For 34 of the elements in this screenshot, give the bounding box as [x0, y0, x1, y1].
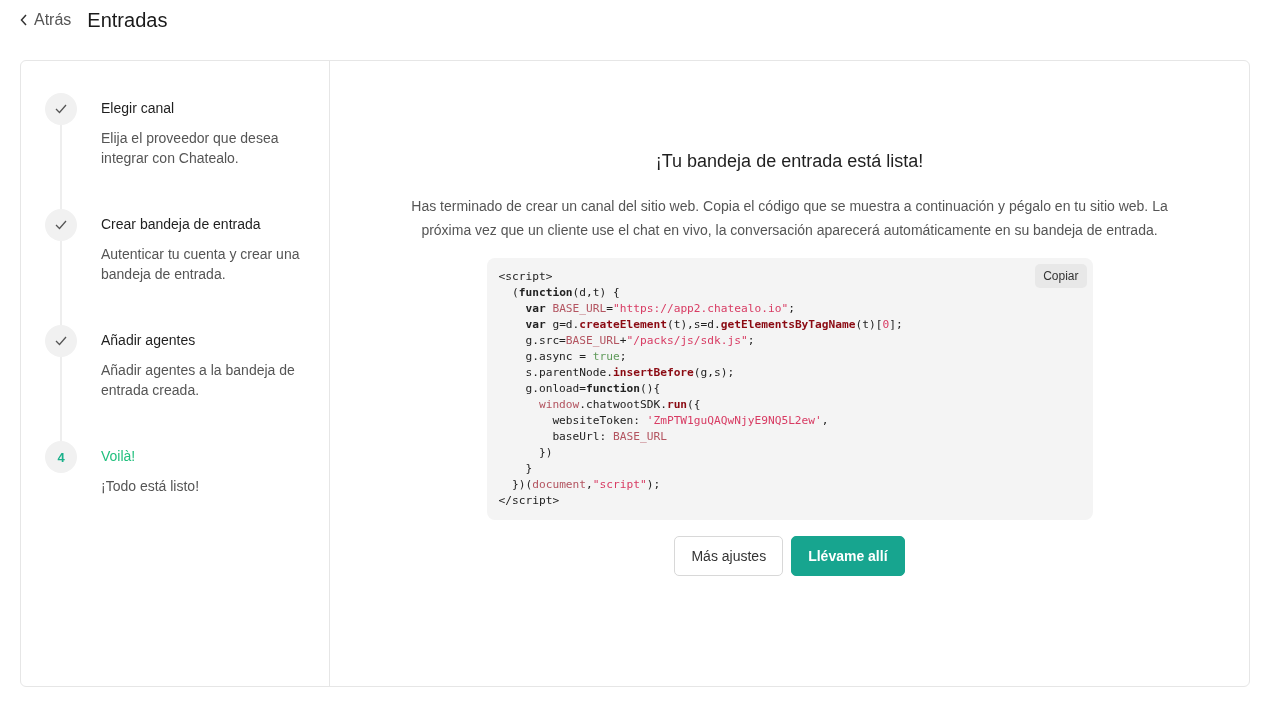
step-title: Crear bandeja de entrada — [101, 216, 262, 232]
code-line: g.src=BASE_URL+"/packs/js/sdk.js"; — [524, 334, 755, 347]
code-line: <script> — [498, 270, 553, 283]
code-line: var g=d.createElement(t),s=d.getElementsByTagName(t)[0]; — [524, 318, 903, 331]
code-line: baseUrl: BASE_URL — [551, 430, 667, 443]
code-line: g.async = true; — [524, 350, 627, 363]
code-line: s.parentNode.insertBefore(g,s); — [524, 366, 735, 379]
page-title: Entradas — [87, 8, 168, 32]
code-line: (function(d,t) { — [510, 286, 620, 299]
step-title: Voilà! — [101, 448, 137, 464]
back-link[interactable]: Atrás — [20, 11, 72, 29]
check-icon — [55, 104, 67, 114]
code-line: var BASE_URL="https://app2.chatealo.io"; — [524, 302, 795, 315]
check-icon — [55, 220, 67, 230]
code-line: window.chatwootSDK.run({ — [537, 398, 701, 411]
code-line: } — [524, 462, 533, 475]
step-description: Elija el proveedor que desea integrar con Chatealo. — [101, 129, 280, 168]
copy-button[interactable]: Copiar — [1035, 264, 1087, 288]
step-marker: 4 — [45, 441, 77, 473]
code-line: websiteToken: 'ZmPTW1guQAQwNjyE9NQ5L2ew', — [551, 414, 829, 427]
code-line: })(document,"script"); — [510, 478, 661, 491]
code-line: g.onload=function(){ — [524, 382, 661, 395]
step-description: Autenticar tu cuenta y crear una bandeja de entrada. — [101, 245, 301, 284]
settings-button[interactable]: Más ajustes — [674, 536, 784, 576]
step-description: Añadir agentes a la bandeja de entrada creada. — [101, 361, 296, 400]
success-message: Has terminado de crear un canal del sitio web. Copia el código que se muestra a continuación y pégalo en tu sitio web. La próxima vez que un cliente use el chat en vivo, la conversación aparecerá automáticamente en su bandeja de entrada. — [410, 197, 1169, 240]
success-title: ¡Tu bandeja de entrada está lista! — [655, 151, 924, 172]
step-title: Elegir canal — [101, 100, 176, 116]
step-description: ¡Todo está listo! — [101, 477, 201, 496]
code-line: }) — [537, 446, 553, 459]
check-icon — [55, 336, 67, 346]
chevron-left-icon — [20, 14, 28, 26]
step-title: Añadir agentes — [101, 332, 197, 348]
code-line: </script> — [498, 494, 560, 507]
